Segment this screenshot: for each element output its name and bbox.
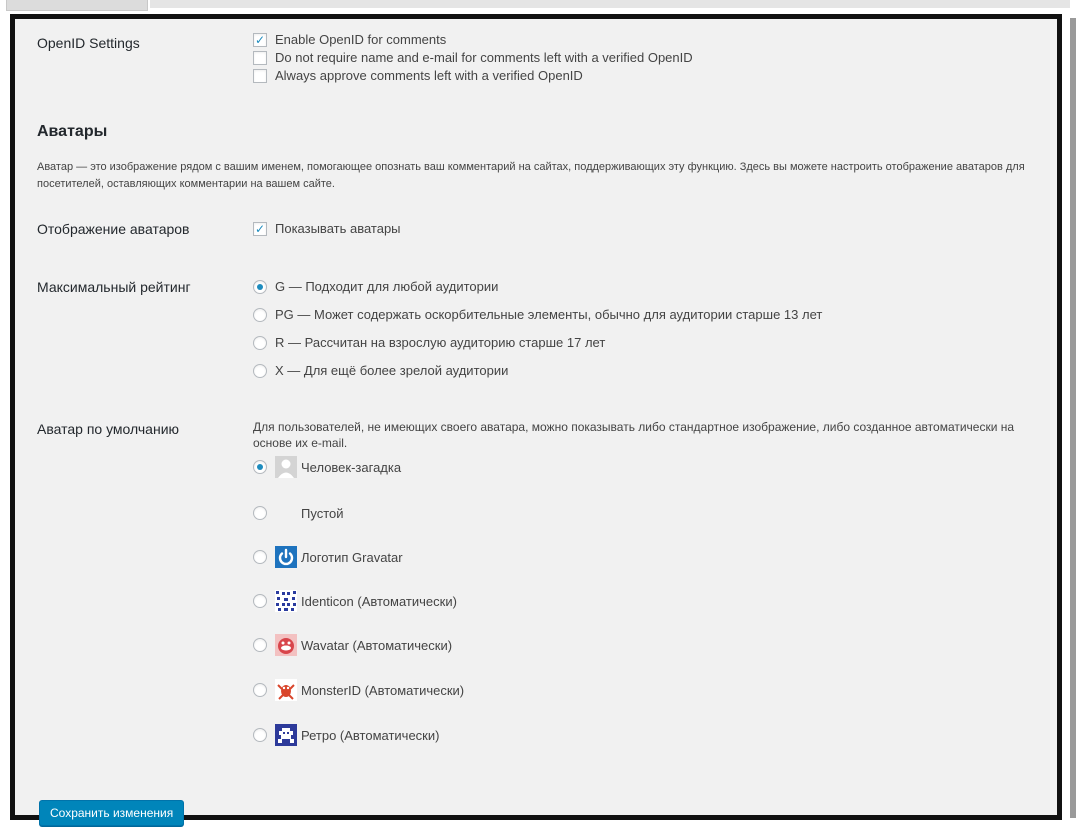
default-identicon-label: Identicon (Автоматически): [301, 593, 457, 609]
rating-r-radio[interactable]: [253, 335, 267, 350]
rating-option-g[interactable]: G — Подходит для любой аудитории: [253, 279, 498, 294]
default-mystery-radio[interactable]: [253, 460, 267, 474]
show-avatars-option[interactable]: ✓ Показывать аватары: [253, 221, 401, 236]
rating-x-label: X — Для ещё более зрелой аудитории: [275, 363, 509, 378]
default-avatar-label: Аватар по умолчанию: [37, 421, 180, 437]
default-gravatar-label: Логотип Gravatar: [301, 549, 403, 565]
default-mystery-label: Человек-загадка: [301, 459, 402, 475]
default-avatar-option-gravatar[interactable]: Логотип Gravatar: [253, 546, 403, 568]
default-retro-label: Ретро (Автоматически): [301, 727, 440, 743]
checkmark-icon: ✓: [254, 221, 266, 236]
rating-option-x[interactable]: X — Для ещё более зрелой аудитории: [253, 363, 508, 378]
retro-icon: [275, 724, 297, 746]
rating-option-r[interactable]: R — Рассчитан на взрослую аудиторию стар…: [253, 335, 605, 350]
save-changes-button[interactable]: Сохранить изменения: [39, 800, 185, 826]
monsterid-icon: [275, 679, 297, 701]
default-wavatar-label: Wavatar (Автоматически): [301, 637, 453, 653]
avatar-display-label: Отображение аватаров: [37, 221, 190, 237]
rating-pg-radio[interactable]: [253, 307, 267, 322]
default-avatar-option-mystery[interactable]: Человек-загадка: [253, 456, 401, 478]
avatars-section-title: Аватары: [37, 123, 108, 140]
settings-panel: OpenID Settings ✓ Enable OpenID for comm…: [10, 14, 1062, 826]
default-monsterid-radio[interactable]: [253, 683, 267, 697]
default-identicon-radio[interactable]: [253, 594, 267, 608]
openid-approve-option[interactable]: Always approve comments left with a veri…: [253, 68, 583, 83]
radio-selected-dot: [257, 464, 263, 470]
default-retro-radio[interactable]: [253, 728, 267, 742]
right-shadow-rail: [1070, 18, 1076, 818]
checkmark-icon: ✓: [254, 32, 266, 47]
rating-g-label: G — Подходит для любой аудитории: [275, 279, 499, 294]
openid-no-require-checkbox[interactable]: [253, 50, 267, 65]
default-blank-label: Пустой: [301, 505, 344, 521]
window-top-strip: [0, 0, 1082, 14]
rating-pg-label: PG — Может содержать оскорбительные элем…: [275, 307, 823, 322]
openid-settings-label: OpenID Settings: [37, 35, 140, 51]
default-blank-radio[interactable]: [253, 506, 267, 520]
avatars-description: Аватар — это изображение рядом с вашим и…: [37, 161, 1025, 190]
rating-g-radio[interactable]: [253, 279, 267, 294]
mystery-person-icon: [275, 456, 297, 478]
max-rating-label: Максимальный рейтинг: [37, 279, 191, 295]
default-monsterid-label: MonsterID (Автоматически): [301, 682, 465, 698]
blank-icon: [275, 502, 297, 524]
radio-selected-dot: [257, 283, 263, 290]
top-tab: [6, 0, 148, 11]
default-wavatar-radio[interactable]: [253, 638, 267, 652]
top-bar: [150, 0, 1070, 8]
wavatar-icon: [275, 634, 297, 656]
openid-enable-label: Enable OpenID for comments: [275, 32, 447, 47]
default-avatar-option-retro[interactable]: Ретро (Автоматически): [253, 724, 439, 746]
rating-x-radio[interactable]: [253, 363, 267, 378]
default-avatar-option-monsterid[interactable]: MonsterID (Автоматически): [253, 679, 464, 701]
openid-approve-checkbox[interactable]: [253, 68, 267, 83]
identicon-icon: [275, 590, 297, 612]
openid-enable-option[interactable]: ✓ Enable OpenID for comments: [253, 32, 446, 47]
openid-enable-checkbox[interactable]: ✓: [253, 32, 267, 47]
show-avatars-checkbox[interactable]: ✓: [253, 221, 267, 236]
show-avatars-label: Показывать аватары: [275, 221, 401, 236]
openid-no-require-option[interactable]: Do not require name and e-mail for comme…: [253, 50, 693, 65]
openid-no-require-label: Do not require name and e-mail for comme…: [275, 50, 693, 65]
rating-option-pg[interactable]: PG — Может содержать оскорбительные элем…: [253, 307, 822, 322]
default-avatar-option-identicon[interactable]: Identicon (Автоматически): [253, 590, 457, 612]
default-avatar-option-blank[interactable]: Пустой: [253, 502, 344, 524]
default-gravatar-radio[interactable]: [253, 550, 267, 564]
gravatar-logo-icon: [275, 546, 297, 568]
openid-approve-label: Always approve comments left with a veri…: [275, 68, 583, 83]
default-avatar-option-wavatar[interactable]: Wavatar (Автоматически): [253, 634, 452, 656]
default-avatar-description: Для пользователей, не имеющих своего ава…: [253, 420, 1015, 450]
rating-r-label: R — Рассчитан на взрослую аудиторию стар…: [275, 335, 606, 350]
